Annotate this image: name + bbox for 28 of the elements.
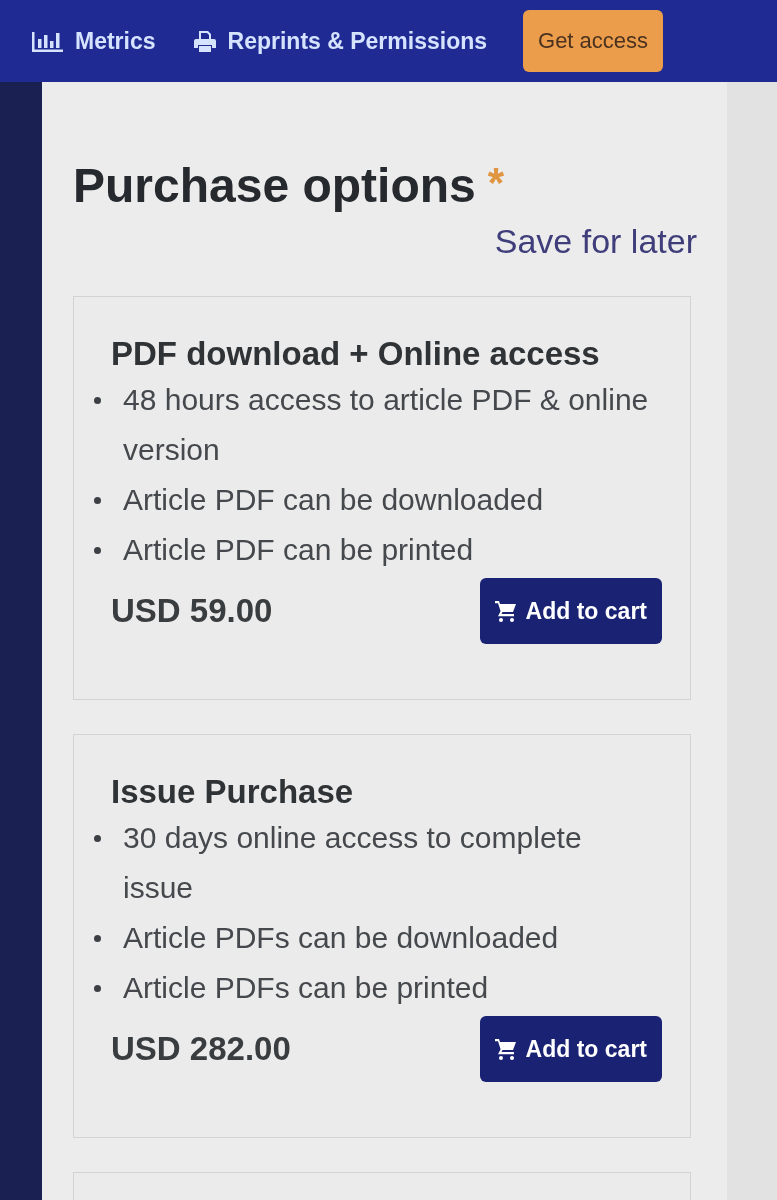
feature-text: Article PDF can be printed xyxy=(123,532,474,568)
bar-chart-icon xyxy=(32,30,63,52)
bullet-icon xyxy=(94,396,101,404)
feature-text: Article PDF can be downloaded xyxy=(123,482,544,518)
price: USD 282.00 xyxy=(111,1029,291,1069)
bullet-icon xyxy=(94,546,101,554)
feature-text: Article PDFs can be printed xyxy=(123,970,489,1006)
nav-link[interactable]: Reprints & Permissions xyxy=(227,26,487,56)
section-title: Purchase options xyxy=(73,158,476,214)
nav-link[interactable]: Metrics xyxy=(75,26,156,56)
bullet-icon xyxy=(94,934,101,942)
cart-icon xyxy=(494,1038,517,1060)
cart-icon xyxy=(494,600,517,622)
save-for-later-link[interactable]: Save for later xyxy=(494,220,697,262)
bullet-icon xyxy=(94,984,101,992)
option-title: Issue Purchase xyxy=(111,772,355,812)
price: USD 59.00 xyxy=(111,591,273,631)
printer-icon xyxy=(193,30,216,52)
bullet-icon xyxy=(94,496,101,504)
add-to-cart-button[interactable]: Add to cart xyxy=(479,1016,662,1082)
feature-text: 48 hours access to article PDF & online version xyxy=(123,382,650,468)
feature-text: 30 days online access to complete issue xyxy=(123,820,583,906)
feature-text: Article PDFs can be downloaded xyxy=(123,920,559,956)
option-title: PDF download + Online access xyxy=(111,334,601,374)
required-mark: * xyxy=(487,158,505,208)
add-to-cart-button[interactable]: Add to cart xyxy=(479,578,662,644)
get-access-button[interactable]: Get access xyxy=(523,10,664,72)
bullet-icon xyxy=(94,834,101,842)
